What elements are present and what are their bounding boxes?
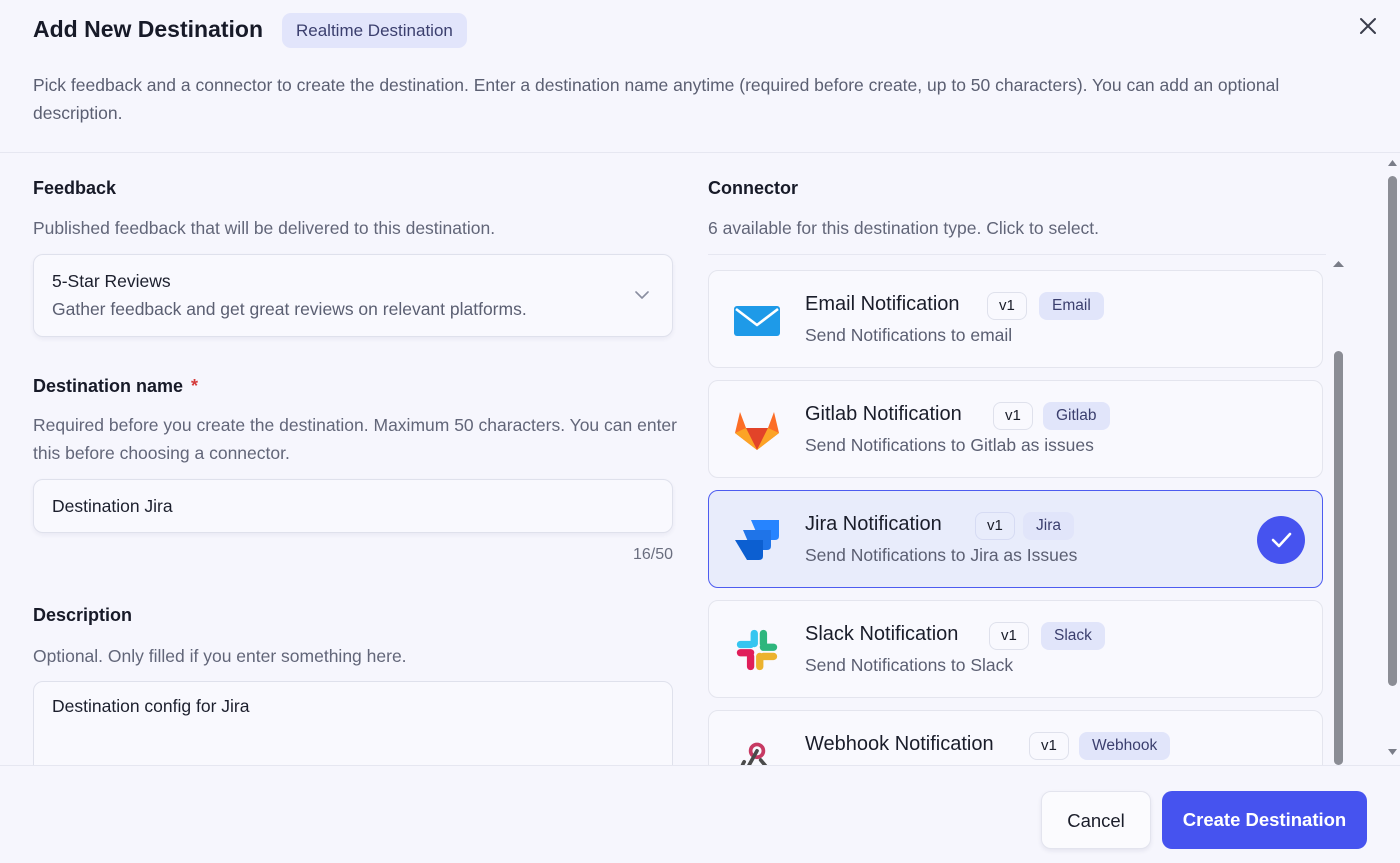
connector-label: Connector: [708, 178, 798, 198]
connector-tag: Jira: [1023, 512, 1074, 540]
chevron-down-icon: [635, 291, 649, 299]
connector-card-gitlab[interactable]: Gitlab Notification v1 Gitlab Send Notif…: [708, 380, 1323, 478]
connector-card-jira[interactable]: Jira Notification v1 Jira Send Notificat…: [708, 490, 1323, 588]
dialog-body: Feedback Published feedback that will be…: [0, 154, 1400, 765]
connector-list: Email Notification v1 Email Send Notific…: [708, 254, 1326, 765]
description-textarea[interactable]: Destination config for Jira: [33, 681, 673, 765]
version-badge: v1: [993, 402, 1033, 430]
scroll-up-arrow-icon[interactable]: [1330, 258, 1347, 270]
feedback-help: Published feedback that will be delivere…: [33, 218, 496, 238]
dialog-scrollbar[interactable]: [1385, 154, 1400, 765]
feedback-select[interactable]: 5-Star Reviews Gather feedback and get g…: [33, 254, 673, 337]
connector-desc: Send Notifications to email: [805, 325, 1013, 345]
dialog-scroll-thumb[interactable]: [1388, 176, 1397, 686]
dialog-footer: Cancel Create Destination: [0, 765, 1400, 863]
slack-icon: [736, 629, 778, 671]
version-badge: v1: [975, 512, 1015, 540]
connector-list-scrollbar[interactable]: [1330, 254, 1347, 765]
check-icon: [1271, 532, 1292, 548]
connector-tag: Email: [1039, 292, 1104, 320]
destination-name-label-text: Destination name: [33, 376, 184, 396]
connector-card-webhook[interactable]: Webhook Notification v1 Webhook: [708, 710, 1323, 765]
scroll-up-arrow-icon[interactable]: [1385, 157, 1400, 169]
gitlab-icon: [735, 412, 779, 450]
connector-tag: Slack: [1041, 622, 1105, 650]
add-destination-dialog: Add New Destination Realtime Destination…: [0, 0, 1400, 863]
feedback-label: Feedback: [33, 178, 117, 198]
cancel-button[interactable]: Cancel: [1041, 791, 1151, 849]
required-indicator: *: [191, 376, 199, 396]
connector-help: 6 available for this destination type. C…: [708, 218, 1100, 238]
webhook-icon: [740, 742, 768, 765]
envelope-icon: [734, 306, 780, 336]
dialog-title: Add New Destination: [33, 16, 264, 42]
selected-check-badge: [1257, 516, 1305, 564]
scroll-down-arrow-icon[interactable]: [1385, 746, 1400, 758]
connector-card-slack[interactable]: Slack Notification v1 Slack Send Notific…: [708, 600, 1323, 698]
connector-name: Email Notification: [805, 293, 960, 315]
connector-name: Gitlab Notification: [805, 403, 962, 425]
description-label: Description: [33, 605, 133, 625]
destination-name-help: Required before you create the destinati…: [33, 415, 677, 463]
connector-desc: Send Notifications to Slack: [805, 655, 1014, 675]
connector-name: Slack Notification: [805, 623, 959, 645]
character-counter: 16/50: [632, 546, 673, 563]
connector-desc: Send Notifications to Gitlab as issues: [805, 435, 1094, 455]
connector-tag: Webhook: [1079, 732, 1171, 760]
feedback-selected-desc: Gather feedback and get great reviews on…: [52, 299, 527, 319]
destination-type-badge: Realtime Destination: [282, 13, 467, 48]
version-badge: v1: [1029, 732, 1069, 760]
connector-tag: Gitlab: [1043, 402, 1110, 430]
connector-name: Webhook Notification: [805, 733, 994, 755]
destination-name-label: Destination name *: [33, 376, 198, 397]
description-help: Optional. Only filled if you enter somet…: [33, 646, 407, 666]
connector-card-email[interactable]: Email Notification v1 Email Send Notific…: [708, 270, 1323, 368]
connector-list-scroll-thumb[interactable]: [1334, 351, 1343, 765]
close-icon: [1360, 18, 1376, 34]
version-badge: v1: [987, 292, 1027, 320]
close-button[interactable]: [1355, 13, 1381, 39]
feedback-selected-title: 5-Star Reviews: [52, 271, 171, 291]
jira-icon: [735, 520, 779, 560]
connector-name: Jira Notification: [805, 513, 942, 535]
version-badge: v1: [989, 622, 1029, 650]
destination-name-input[interactable]: Destination Jira: [33, 479, 673, 533]
create-destination-button[interactable]: Create Destination: [1162, 791, 1367, 849]
dialog-subtitle: Pick feedback and a connector to create …: [33, 75, 1280, 123]
dialog-header: Add New Destination Realtime Destination…: [0, 0, 1400, 153]
connector-desc: Send Notifications to Jira as Issues: [805, 545, 1078, 565]
